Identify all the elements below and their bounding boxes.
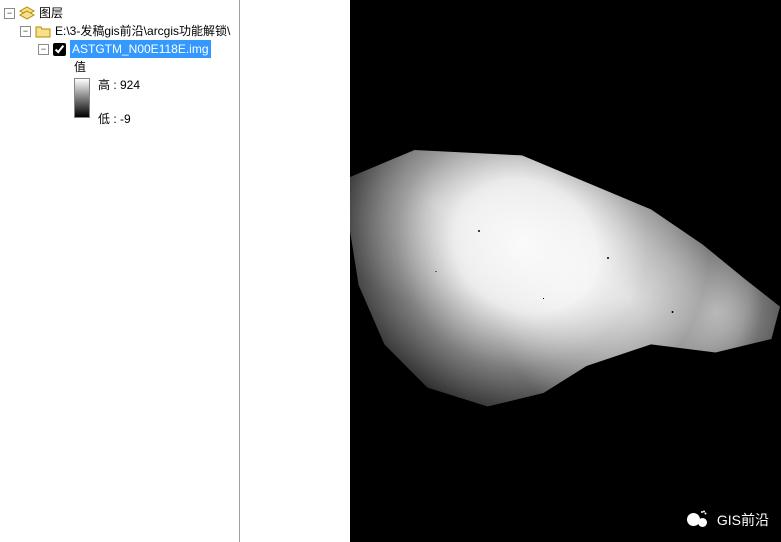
dem-raster-display[interactable]: GIS前沿 [350, 0, 781, 542]
grayscale-ramp-icon [74, 78, 90, 118]
tree-group-row[interactable]: − E:\3-发稿gis前沿\arcgis功能解锁\ [2, 22, 237, 40]
map-view[interactable]: GIS前沿 [240, 0, 781, 542]
tree-layer-label[interactable]: ASTGTM_N00E118E.img [70, 40, 211, 58]
color-ramp-row: 高 : 924 低 : -9 [2, 78, 237, 130]
layer-visibility-checkbox[interactable] [53, 43, 66, 56]
collapse-icon[interactable]: − [38, 44, 49, 55]
watermark-text: GIS前沿 [717, 510, 769, 530]
wechat-icon [687, 511, 709, 529]
tree-group-label: E:\3-发稿gis前沿\arcgis功能解锁\ [55, 22, 230, 40]
ramp-low-label: 低 : -9 [98, 112, 140, 126]
tree-root-label: 图层 [39, 4, 63, 22]
value-header-row: 值 [2, 58, 237, 76]
value-header-label: 值 [74, 58, 86, 76]
tree-root-row[interactable]: − 图层 [2, 4, 237, 22]
folder-icon [35, 24, 51, 38]
collapse-icon[interactable]: − [20, 26, 31, 37]
tree-layer-row[interactable]: − ASTGTM_N00E118E.img [2, 40, 237, 58]
layers-icon [19, 6, 35, 20]
ramp-high-label: 高 : 924 [98, 78, 140, 92]
table-of-contents-panel[interactable]: − 图层 − E:\3-发稿gis前沿\arcgis功能解锁\ − ASTGTM… [0, 0, 240, 542]
watermark: GIS前沿 [687, 510, 769, 530]
terrain-rendering [350, 150, 780, 420]
collapse-icon[interactable]: − [4, 8, 15, 19]
